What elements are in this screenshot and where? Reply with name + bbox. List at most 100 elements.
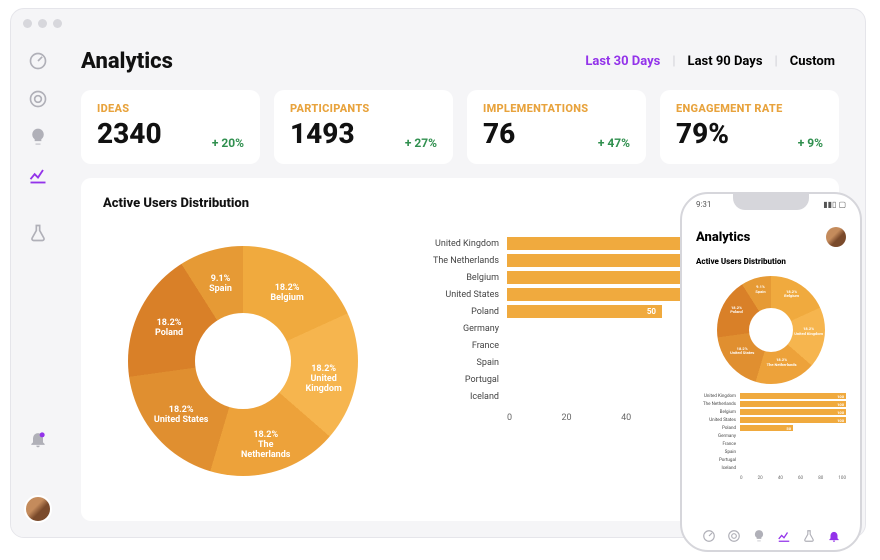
kpi-value: 2340	[97, 117, 162, 150]
bar-row: United Kingdom100	[696, 392, 846, 400]
donut-chart: 18.2%Belgium 18.2%United Kingdom 18.2%The …	[103, 219, 383, 503]
bar-row: Portugal	[696, 456, 846, 464]
avatar[interactable]	[24, 495, 52, 523]
bar-category: Iceland	[696, 466, 740, 471]
date-range-tabs: Last 30 Days | Last 90 Days | Custom	[581, 54, 839, 69]
window-control-max[interactable]	[53, 19, 62, 28]
bar-row: Belgium100	[696, 408, 846, 416]
divider: |	[668, 54, 679, 69]
bar-fill: 100	[740, 393, 846, 399]
bulb-icon[interactable]	[28, 127, 48, 147]
bar-row: Germany	[696, 432, 846, 440]
avatar[interactable]	[826, 227, 846, 247]
bar-fill: 100	[740, 401, 846, 407]
target-icon[interactable]	[28, 89, 48, 109]
axis-tick: 100	[838, 476, 846, 481]
axis-tick: 0	[740, 476, 743, 481]
kpi-label: IDEAS	[97, 102, 244, 115]
gauge-icon[interactable]	[28, 51, 48, 71]
slice-label: 9.1%Spain	[193, 275, 249, 295]
axis-tick: 40	[778, 476, 783, 481]
window-control-close[interactable]	[23, 19, 32, 28]
bar-category: The Netherlands	[403, 256, 507, 266]
bar-category: Spain	[403, 358, 507, 368]
slice-label: 18.2%Poland	[709, 306, 765, 314]
axis-tick: 20	[562, 413, 572, 423]
slice-label: 18.2%United Kingdom	[296, 365, 352, 395]
bar-row: United States100	[696, 416, 846, 424]
kpi-label: PARTICIPANTS	[290, 102, 437, 115]
bar-category: United Kingdom	[696, 394, 740, 399]
bar-category: Portugal	[696, 458, 740, 463]
phone-title: Analytics	[696, 230, 750, 245]
battery-icon: ▮▮▯ ▢	[823, 200, 846, 209]
phone-statusbar: 9:31 ▮▮▯ ▢	[682, 194, 860, 209]
slice-label: 9.1%Spain	[733, 285, 789, 293]
kpi-delta: + 20%	[212, 136, 244, 150]
axis-tick: 0	[507, 413, 512, 423]
tab-last-90[interactable]: Last 90 Days	[684, 54, 767, 69]
bulb-icon[interactable]	[752, 528, 766, 542]
bar-category: United Kingdom	[403, 239, 507, 249]
kpi-value: 1493	[290, 117, 355, 150]
kpi-delta: + 9%	[798, 136, 823, 150]
kpi-delta: + 47%	[598, 136, 630, 150]
bar-category: Spain	[696, 450, 740, 455]
tab-custom[interactable]: Custom	[786, 54, 839, 69]
page-header: Analytics Last 30 Days | Last 90 Days | …	[81, 45, 839, 76]
axis-tick: 60	[798, 476, 803, 481]
kpi-label: IMPLEMENTATIONS	[483, 102, 630, 115]
divider: |	[771, 54, 782, 69]
chart-icon[interactable]	[777, 528, 791, 542]
kpi-label: ENGAGEMENT RATE	[676, 102, 823, 115]
kpi-value: 76	[483, 117, 515, 150]
sidebar	[11, 37, 65, 537]
page-title: Analytics	[81, 49, 173, 74]
kpi-row: IDEAS 2340 + 20% PARTICIPANTS 1493 + 27%…	[81, 90, 839, 164]
flask-icon[interactable]	[28, 223, 48, 243]
bar-category: Poland	[696, 426, 740, 431]
bar-category: United States	[403, 290, 507, 300]
phone-mock: 9:31 ▮▮▯ ▢ Analytics Active Users Distri…	[680, 192, 862, 552]
axis-tick: 40	[621, 413, 631, 423]
kpi-delta: + 27%	[405, 136, 437, 150]
bar-category: Germany	[696, 434, 740, 439]
bar-row: The Netherlands100	[696, 400, 846, 408]
bar-fill: 50	[740, 425, 793, 431]
chart-icon[interactable]	[28, 165, 48, 185]
slice-label: 18.2%United Kingdom	[781, 327, 837, 335]
bar-category: The Netherlands	[696, 402, 740, 407]
kpi-value: 79%	[676, 117, 729, 150]
bar-category: United States	[696, 418, 740, 423]
bar-fill: 50	[507, 305, 662, 318]
target-icon[interactable]	[727, 528, 741, 542]
slice-label: 18.2%Belgium	[259, 284, 315, 304]
kpi-participants: PARTICIPANTS 1493 + 27%	[274, 90, 453, 164]
bell-icon[interactable]	[28, 429, 48, 449]
slice-label: 18.2%United States	[714, 347, 770, 355]
slice-label: 18.2%United States	[153, 406, 209, 426]
tab-last-30[interactable]: Last 30 Days	[581, 54, 664, 69]
bar-category: France	[403, 341, 507, 351]
bar-category: Poland	[403, 307, 507, 317]
gauge-icon[interactable]	[702, 528, 716, 542]
bar-category: Belgium	[696, 410, 740, 415]
window-titlebar	[11, 9, 865, 37]
phone-subtitle: Active Users Distribution	[696, 257, 846, 266]
bar-row: France	[696, 440, 846, 448]
phone-time: 9:31	[696, 200, 711, 209]
window-control-min[interactable]	[38, 19, 47, 28]
bell-icon[interactable]	[827, 528, 841, 542]
slice-label: 18.2%The Netherlands	[238, 431, 294, 461]
bar-category: Iceland	[403, 392, 507, 402]
bar-category: Germany	[403, 324, 507, 334]
kpi-ideas: IDEAS 2340 + 20%	[81, 90, 260, 164]
bar-row: Iceland	[696, 464, 846, 472]
phone-bottom-nav	[682, 528, 860, 542]
bar-row: Spain	[696, 448, 846, 456]
bar-row: Poland50	[696, 424, 846, 432]
slice-label: 18.2%Poland	[141, 319, 197, 339]
axis-tick: 20	[758, 476, 763, 481]
bar-fill: 100	[740, 417, 846, 423]
flask-icon[interactable]	[802, 528, 816, 542]
